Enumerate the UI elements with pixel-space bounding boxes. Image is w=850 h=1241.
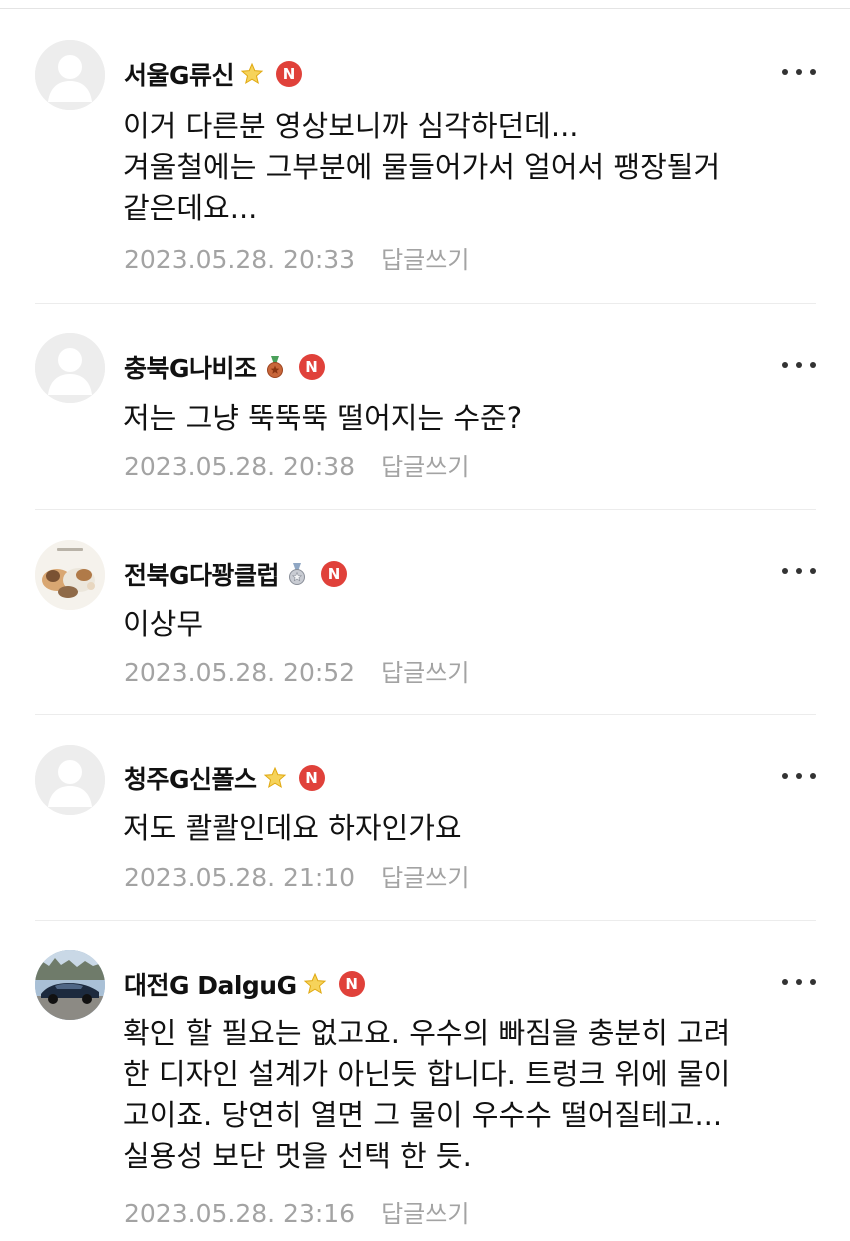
nickname[interactable]: 충북G나비조 [124,349,257,385]
avatar[interactable] [35,540,105,610]
avatar[interactable] [35,333,105,403]
more-options-button[interactable] [782,766,816,786]
new-badge: N [321,561,348,587]
avatar[interactable] [35,950,105,1020]
more-options-button[interactable] [782,972,816,992]
star-badge-icon [303,972,327,996]
avatar[interactable] [35,40,105,110]
reply-button[interactable]: 답글쓰기 [381,659,469,687]
dot-icon [810,568,816,574]
comment-meta: 2023.05.28. 20:33 답글쓰기 [124,240,469,275]
default-avatar-icon [35,333,105,403]
dot-icon [782,69,788,75]
comment-date: 2023.05.28. 20:52 [124,658,356,687]
bronze-medal-badge-icon [263,355,287,379]
dot-icon [782,568,788,574]
nickname-row: 전북G다꽝클럽 N [124,556,348,592]
comment-date: 2023.05.28. 23:16 [124,1199,356,1228]
new-badge: N [338,971,365,997]
new-badge: N [276,61,303,87]
reply-button[interactable]: 답글쓰기 [381,453,469,481]
dot-icon [810,69,816,75]
reply-button[interactable]: 답글쓰기 [381,1200,469,1228]
nickname-row: 청주G신폴스 N [124,760,325,796]
nickname-row: 충북G나비조 N [124,349,325,385]
nickname[interactable]: 전북G다꽝클럽 [124,556,280,592]
cats-photo-avatar-icon [35,540,105,610]
comment-meta: 2023.05.28. 20:52 답글쓰기 [124,653,469,688]
reply-button[interactable]: 답글쓰기 [381,246,469,274]
comment-meta: 2023.05.28. 20:38 답글쓰기 [124,447,469,482]
nickname[interactable]: 청주G신폴스 [124,760,257,796]
reply-button[interactable]: 답글쓰기 [381,864,469,892]
car-photo-avatar-icon [35,950,105,1020]
comment-text: 이거 다른분 영상보니까 심각하던데... 겨울철에는 그부분에 물들어가서 얼… [123,109,721,225]
dot-icon [782,773,788,779]
divider [35,303,816,304]
dot-icon [796,568,802,574]
comment-text: 이상무 [123,607,204,641]
dot-icon [810,773,816,779]
star-badge-icon [240,62,264,86]
nickname[interactable]: 서울G류신 [124,56,235,92]
silver-medal-badge-icon [285,562,309,586]
dot-icon [782,362,788,368]
dot-icon [810,362,816,368]
more-options-button[interactable] [782,561,816,581]
comment-date: 2023.05.28. 21:10 [124,863,356,892]
dot-icon [796,362,802,368]
divider [35,714,816,715]
avatar[interactable] [35,745,105,815]
comment-meta: 2023.05.28. 23:16 답글쓰기 [124,1194,469,1229]
divider [35,509,816,510]
new-badge: N [298,765,325,791]
default-avatar-icon [35,40,105,110]
new-badge: N [298,354,325,380]
nickname-row: 서울G류신 N [124,56,303,92]
default-avatar-icon [35,745,105,815]
more-options-button[interactable] [782,355,816,375]
comment-text: 저도 콸콸인데요 하자인가요 [123,811,462,845]
top-divider [0,8,850,9]
comment-text: 확인 할 필요는 없고요. 우수의 빠짐을 충분히 고려 한 디자인 설계가 아… [123,1016,731,1173]
dot-icon [782,979,788,985]
star-badge-icon [263,766,287,790]
nickname[interactable]: 대전G DalguG [124,966,297,1002]
dot-icon [796,69,802,75]
dot-icon [810,979,816,985]
divider [35,920,816,921]
dot-icon [796,979,802,985]
nickname-row: 대전G DalguG N [124,966,365,1002]
more-options-button[interactable] [782,62,816,82]
comment-date: 2023.05.28. 20:33 [124,245,356,274]
comment-meta: 2023.05.28. 21:10 답글쓰기 [124,858,469,893]
comment-date: 2023.05.28. 20:38 [124,452,356,481]
comment-text: 저는 그냥 뚝뚝뚝 떨어지는 수준? [123,401,523,435]
dot-icon [796,773,802,779]
